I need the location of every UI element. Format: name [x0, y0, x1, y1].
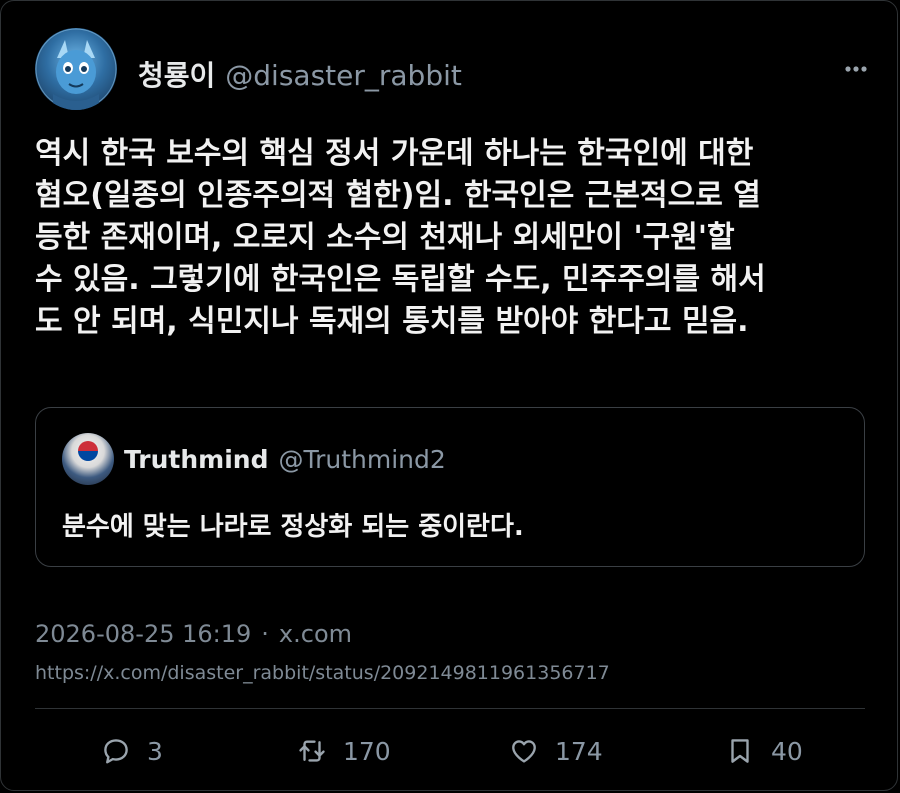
- quoted-author-name: Truthmind: [124, 445, 269, 474]
- author-line[interactable]: 청룡이 @disaster_rabbit: [138, 54, 462, 94]
- quoted-author-handle: @Truthmind2: [278, 445, 446, 474]
- repost-button[interactable]: 170: [297, 726, 391, 776]
- action-bar: 3 170 174 40: [1, 726, 900, 776]
- more-icon[interactable]: [843, 59, 869, 79]
- bookmark-icon: [731, 739, 749, 763]
- author-handle[interactable]: @disaster_rabbit: [225, 59, 462, 92]
- heart-icon: [512, 740, 536, 763]
- bookmark-button[interactable]: 40: [725, 726, 803, 776]
- repost-count: 170: [343, 736, 391, 766]
- source-label: x.com: [278, 620, 353, 648]
- post-meta: 2026-08-25 16:19 · x.com: [35, 620, 352, 648]
- repost-icon: [299, 740, 325, 762]
- avatar-dragon-icon: [35, 28, 117, 110]
- quoted-author-avatar[interactable]: [62, 433, 114, 485]
- quoted-post[interactable]: Truthmind @Truthmind2 분수에 맞는 나라로 정상화 되는 중…: [35, 407, 865, 567]
- reply-icon: [104, 739, 128, 764]
- reply-button[interactable]: 3: [101, 726, 163, 776]
- quoted-post-text: 분수에 맞는 나라로 정상화 되는 중이란다.: [62, 512, 524, 542]
- quoted-author-line: Truthmind @Truthmind2: [124, 445, 446, 474]
- post-text: 역시 한국 보수의 핵심 정서 가운데 하나는 한국인에 대한 혐오(일종의 인…: [35, 136, 766, 339]
- like-button[interactable]: 174: [509, 726, 603, 776]
- author-avatar[interactable]: [35, 28, 117, 110]
- post-url[interactable]: https://x.com/disaster_rabbit/status/209…: [35, 662, 610, 684]
- bookmark-count: 40: [771, 736, 803, 766]
- author-name[interactable]: 청룡이: [138, 59, 215, 92]
- tweet-card: 청룡이 @disaster_rabbit 역시 한국 보수의 핵심 정서 가운데 …: [0, 0, 898, 791]
- reply-count: 3: [147, 736, 163, 766]
- meta-separator: ·: [261, 620, 269, 648]
- like-count: 174: [555, 736, 603, 766]
- flag-icon: [78, 441, 98, 461]
- timestamp[interactable]: 2026-08-25 16:19: [35, 620, 251, 648]
- divider: [35, 708, 865, 709]
